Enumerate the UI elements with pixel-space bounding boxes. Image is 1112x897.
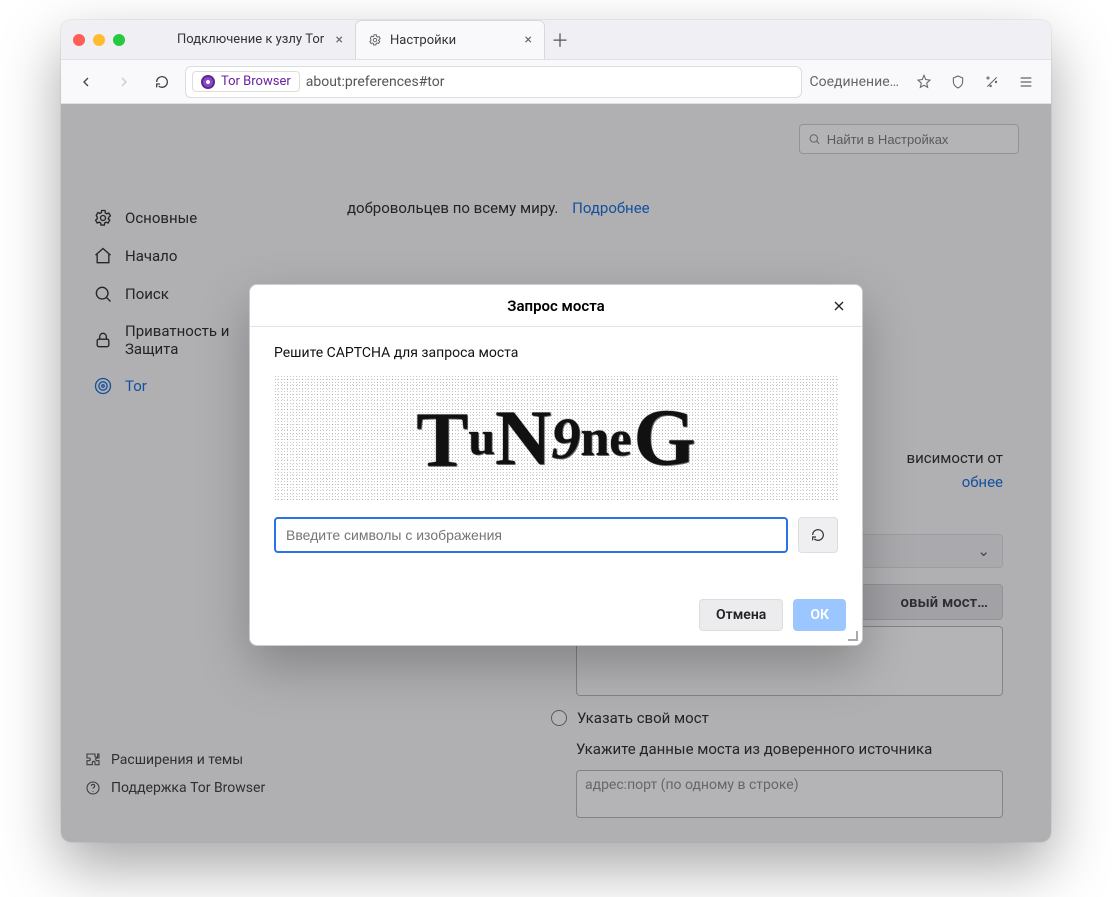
new-tab-button[interactable]: ＋ <box>545 25 575 55</box>
menu-button[interactable] <box>1011 67 1041 97</box>
close-icon <box>831 298 847 314</box>
captcha-image: TuN9neG <box>274 375 838 501</box>
modal-title: Запрос моста <box>507 297 604 315</box>
modal-overlay: Запрос моста Решите CAPTCHA для запроса … <box>61 104 1051 842</box>
resize-grip[interactable] <box>846 629 858 641</box>
button-label: Отмена <box>716 607 766 623</box>
tab-label: Подключение к узлу Tor <box>177 32 324 47</box>
modal-close-button[interactable] <box>828 295 850 317</box>
close-tab-icon[interactable]: × <box>525 32 532 48</box>
toolbar: Tor Browser about:preferences#tor Соедин… <box>61 60 1051 104</box>
close-tab-icon[interactable]: × <box>336 32 343 48</box>
refresh-icon <box>810 527 826 543</box>
browser-window: Подключение к узлу Tor × Настройки × ＋ T… <box>61 20 1051 842</box>
close-window-button[interactable] <box>73 34 85 46</box>
bookmark-button[interactable] <box>909 67 939 97</box>
minimize-window-button[interactable] <box>93 34 105 46</box>
reload-button[interactable] <box>147 67 177 97</box>
captcha-input[interactable] <box>274 517 788 553</box>
tab-bar: Подключение к узлу Tor × Настройки × ＋ <box>61 20 1051 60</box>
content-area: Основные Начало Поиск Приватность и Защи… <box>61 104 1051 842</box>
gear-icon <box>368 33 382 47</box>
sparkle-button[interactable] <box>977 67 1007 97</box>
maximize-window-button[interactable] <box>113 34 125 46</box>
modal-footer: Отмена ОК <box>250 553 862 645</box>
connection-status[interactable]: Соединение… <box>810 74 900 90</box>
modal-header: Запрос моста <box>250 285 862 327</box>
tab-label: Настройки <box>390 33 456 48</box>
tor-browser-badge[interactable]: Tor Browser <box>192 71 300 92</box>
tor-onion-icon <box>201 75 215 89</box>
tab-settings[interactable]: Настройки × <box>355 20 545 59</box>
tab-tor-connection[interactable]: Подключение к узлу Tor × <box>165 20 355 59</box>
back-button[interactable] <box>71 67 101 97</box>
shield-button[interactable] <box>943 67 973 97</box>
address-bar[interactable]: Tor Browser about:preferences#tor <box>185 66 802 98</box>
modal-body: Решите CAPTCHA для запроса моста TuN9neG <box>250 327 862 553</box>
captcha-refresh-button[interactable] <box>798 517 838 553</box>
captcha-instruction: Решите CAPTCHA для запроса моста <box>274 345 838 361</box>
button-label: ОК <box>810 607 829 623</box>
brand-label: Tor Browser <box>221 74 291 89</box>
window-controls <box>73 34 125 46</box>
forward-button[interactable] <box>109 67 139 97</box>
cancel-button[interactable]: Отмена <box>699 599 783 631</box>
bridge-request-modal: Запрос моста Решите CAPTCHA для запроса … <box>249 284 863 646</box>
ok-button[interactable]: ОК <box>793 599 846 631</box>
url-text: about:preferences#tor <box>306 74 445 90</box>
